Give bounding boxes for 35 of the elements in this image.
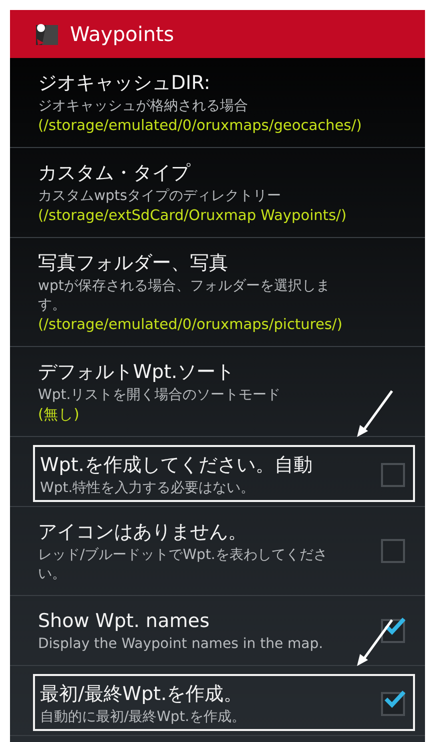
setting-summary: カスタムwptsタイプのディレクトリー xyxy=(38,187,282,206)
setting-value: (無し) xyxy=(38,406,80,425)
checkbox[interactable] xyxy=(381,539,405,563)
app-title: Waypoints xyxy=(70,22,174,46)
setting-value: (/storage/emulated/0/oruxmaps/pictures/) xyxy=(38,316,344,335)
setting-title: Wpt.を作成してください。自動 xyxy=(40,453,314,478)
setting-summary: Wpt.リストを開く場合のソートモード xyxy=(38,386,282,405)
checkbox[interactable] xyxy=(381,462,405,486)
preference-row[interactable]: Show Wpt. names Display the Waypoint names in the map. xyxy=(10,596,425,666)
preference-row[interactable]: 写真フォルダー、写真 wptが保存される場合、フォルダーを選択します。 (/storage/emulated/0/oruxmaps/pictures/) xyxy=(10,238,425,347)
app-logo-icon xyxy=(34,21,60,47)
setting-summary: Display the Waypoint names in the map. xyxy=(38,635,324,654)
setting-title: 写真フォルダー、写真 xyxy=(38,251,229,276)
checkbox[interactable] xyxy=(381,618,405,642)
setting-title: 最初/最終Wpt.を作成。 xyxy=(40,682,244,707)
setting-summary: レッド/ブルードットでWpt.を表わしてください。 xyxy=(38,546,328,584)
setting-summary: Wpt.特性を入力する必要はない。 xyxy=(40,479,256,498)
preference-row[interactable]: ジオキャッシュDIR: ジオキャッシュが格納される場合 (/storage/emulated/0/oruxmaps/geocaches/) xyxy=(10,58,425,148)
checkbox[interactable] xyxy=(381,692,405,716)
setting-title: ジオキャッシュDIR: xyxy=(38,71,212,96)
setting-summary: 自動的に最初/最終Wpt.を作成。 xyxy=(40,708,246,727)
setting-title: デフォルトWpt.ソート xyxy=(38,360,236,385)
preference-row[interactable]: カスタム・タイプ カスタムwptsタイプのディレクトリー (/storage/extSdCard/Oruxmap Waypoints/) xyxy=(10,148,425,238)
preference-row[interactable]: 最初/最終Wpt.を作成。 自動的に最初/最終Wpt.を作成。 xyxy=(10,666,425,736)
annotation-arrow-icon xyxy=(355,618,395,668)
setting-title: カスタム・タイプ xyxy=(38,161,192,186)
setting-title: アイコンはありません。 xyxy=(38,520,248,545)
preference-row[interactable]: Wpt.を作成してください。自動 Wpt.特性を入力する必要はない。 xyxy=(10,437,425,507)
setting-title: Show Wpt. names xyxy=(38,609,210,634)
annotation-arrow-icon xyxy=(355,389,395,439)
preference-row[interactable]: アイコンはありません。 レッド/ブルードットでWpt.を表わしてください。 xyxy=(10,507,425,596)
setting-value: (/storage/emulated/0/oruxmaps/geocaches/) xyxy=(38,117,363,136)
setting-summary: wptが保存される場合、フォルダーを選択します。 xyxy=(38,277,331,315)
setting-value: (/storage/extSdCard/Oruxmap Waypoints/) xyxy=(38,207,348,226)
setting-summary: ジオキャッシュが格納される場合 xyxy=(38,97,249,116)
